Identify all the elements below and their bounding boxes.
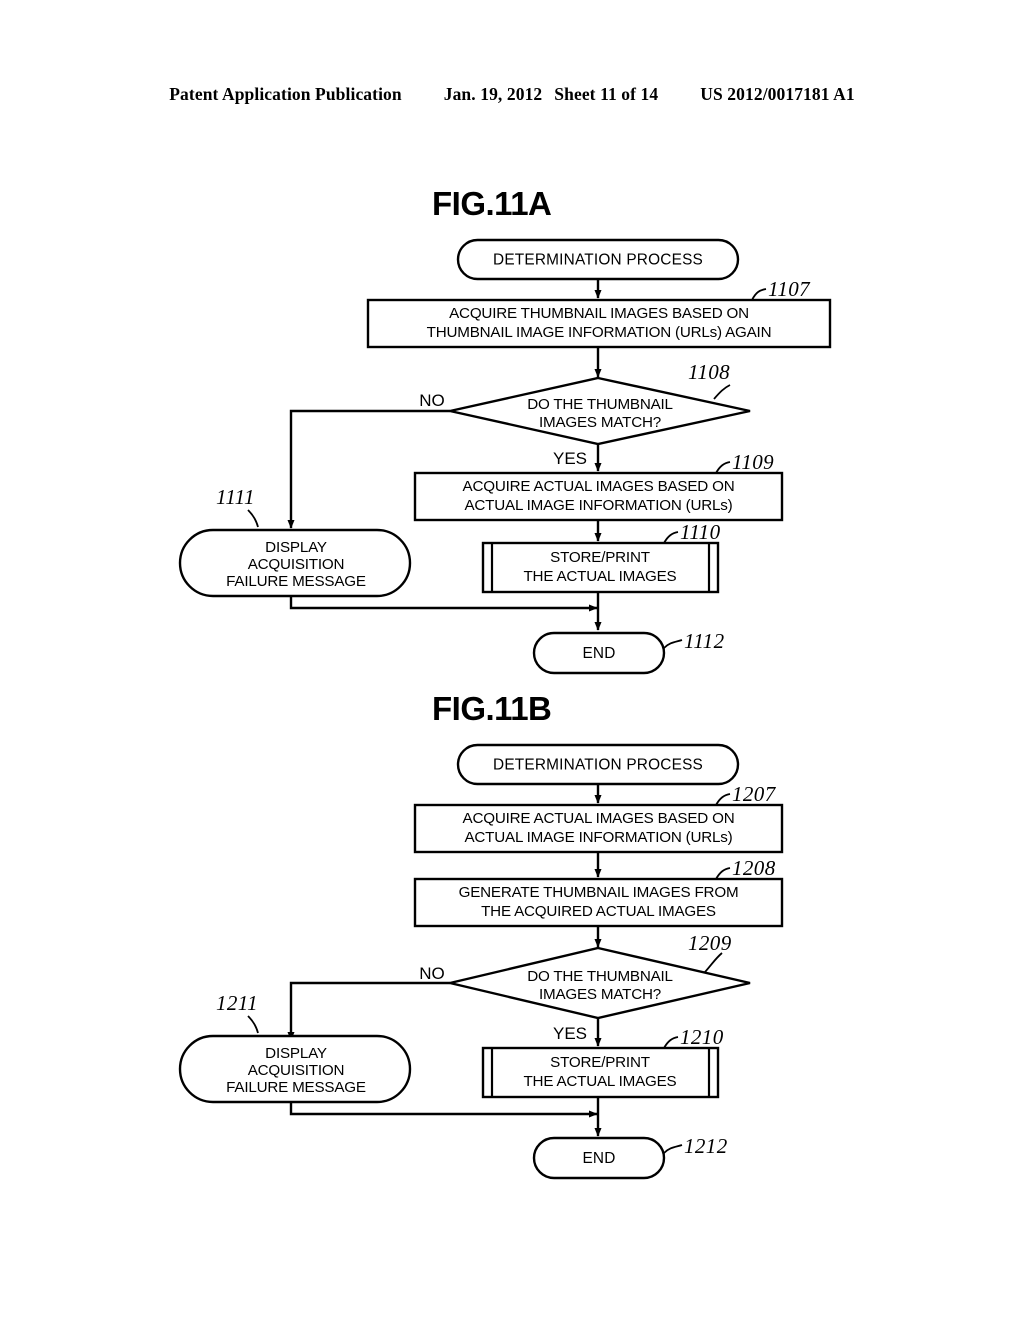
connector-merge-11a (289, 596, 598, 612)
ref-number-1111: 1111 (216, 485, 255, 509)
leader-1211 (247, 1015, 259, 1034)
node-label-1109-line1: ACQUIRE ACTUAL IMAGES BASED ON (463, 478, 735, 495)
leader-1212 (663, 1144, 683, 1154)
node-label-1210-line1: STORE/PRINT (550, 1054, 650, 1071)
leader-1209 (704, 952, 723, 973)
connector-merge-11b (289, 1102, 598, 1118)
flowchart-canvas: DETERMINATION PROCESS ACQUIRE THUMBNAIL … (178, 238, 832, 1180)
leader-1107 (751, 288, 767, 301)
ref-number-1109: 1109 (732, 450, 774, 474)
branch-label-no-11b: NO (419, 964, 445, 983)
leader-1110 (663, 531, 679, 544)
node-label-1107-line1: ACQUIRE THUMBNAIL IMAGES BASED ON (449, 305, 749, 322)
ref-number-1212: 1212 (684, 1134, 728, 1158)
node-step-1110[interactable]: STORE/PRINT THE ACTUAL IMAGES (481, 541, 720, 594)
node-label-1208-line1: GENERATE THUMBNAIL IMAGES FROM (459, 884, 739, 901)
figure-11a-flowchart: DETERMINATION PROCESS ACQUIRE THUMBNAIL … (178, 238, 832, 675)
node-label-1108-line2: IMAGES MATCH? (539, 414, 661, 431)
node-step-1207[interactable]: ACQUIRE ACTUAL IMAGES BASED ON ACTUAL IM… (413, 803, 784, 854)
node-determination-process-11b[interactable]: DETERMINATION PROCESS (456, 743, 740, 786)
node-label-1107-line2: THUMBNAIL IMAGE INFORMATION (URLs) AGAIN (427, 324, 772, 341)
node-end-11b[interactable]: END (532, 1136, 666, 1180)
node-label-1110-line2: THE ACTUAL IMAGES (523, 568, 676, 585)
node-label-1111-line1: DISPLAY (265, 539, 327, 556)
leader-1207 (715, 793, 731, 806)
node-step-1208[interactable]: GENERATE THUMBNAIL IMAGES FROM THE ACQUI… (413, 877, 784, 928)
ref-number-1110: 1110 (680, 520, 721, 544)
node-label-end-11b: END (582, 1150, 615, 1167)
node-label-1211-line2: ACQUISITION (248, 1062, 345, 1079)
node-step-1111[interactable]: DISPLAY ACQUISITION FAILURE MESSAGE (178, 528, 412, 598)
node-decision-1108[interactable]: DO THE THUMBNAIL IMAGES MATCH? (449, 376, 751, 446)
node-label-1207-line2: ACTUAL IMAGE INFORMATION (URLs) (464, 829, 732, 846)
node-determination-process-11a[interactable]: DETERMINATION PROCESS (456, 238, 740, 281)
node-step-1210[interactable]: STORE/PRINT THE ACTUAL IMAGES (481, 1046, 720, 1099)
leader-1109 (715, 461, 731, 474)
branch-label-yes-11b: YES (553, 1024, 587, 1043)
node-label-1209-line2: IMAGES MATCH? (539, 986, 661, 1003)
leader-1112 (663, 639, 683, 649)
leader-1208 (715, 867, 731, 880)
ref-number-1209: 1209 (688, 931, 732, 955)
branch-label-yes-11a: YES (553, 449, 587, 468)
leader-1210 (663, 1036, 679, 1049)
node-label-1110-line1: STORE/PRINT (550, 549, 650, 566)
node-decision-1209[interactable]: DO THE THUMBNAIL IMAGES MATCH? (449, 946, 751, 1020)
ref-number-1211: 1211 (216, 991, 258, 1015)
node-end-11a[interactable]: END (532, 631, 666, 675)
node-step-1109[interactable]: ACQUIRE ACTUAL IMAGES BASED ON ACTUAL IM… (413, 471, 784, 522)
node-label-start-11b: DETERMINATION PROCESS (493, 757, 703, 774)
ref-number-1207: 1207 (732, 782, 777, 806)
connector-no-branch-11b (287, 981, 450, 1041)
node-label-1207-line1: ACQUIRE ACTUAL IMAGES BASED ON (463, 810, 735, 827)
node-label-1111-line3: FAILURE MESSAGE (226, 573, 366, 590)
node-label-1209-line1: DO THE THUMBNAIL (527, 968, 673, 985)
ref-number-1108: 1108 (688, 360, 730, 384)
ref-number-1107: 1107 (768, 277, 811, 301)
ref-number-1210: 1210 (680, 1025, 724, 1049)
node-label-1111-line2: ACQUISITION (248, 556, 345, 573)
leader-1111 (247, 509, 259, 528)
ref-number-1208: 1208 (732, 856, 776, 880)
node-label-1208-line2: THE ACQUIRED ACTUAL IMAGES (481, 903, 716, 920)
leader-1108 (713, 384, 731, 400)
node-step-1107[interactable]: ACQUIRE THUMBNAIL IMAGES BASED ON THUMBN… (366, 298, 832, 349)
figure-11b-flowchart: DETERMINATION PROCESS ACQUIRE ACTUAL IMA… (178, 743, 784, 1180)
node-label-start-11a: DETERMINATION PROCESS (493, 252, 703, 269)
node-label-end-11a: END (582, 645, 615, 662)
node-label-1109-line2: ACTUAL IMAGE INFORMATION (URLs) (464, 497, 732, 514)
node-label-1211-line3: FAILURE MESSAGE (226, 1079, 366, 1096)
node-label-1108-line1: DO THE THUMBNAIL (527, 396, 673, 413)
node-step-1211[interactable]: DISPLAY ACQUISITION FAILURE MESSAGE (178, 1034, 412, 1104)
branch-label-no-11a: NO (419, 391, 445, 410)
node-label-1211-line1: DISPLAY (265, 1045, 327, 1062)
ref-number-1112: 1112 (684, 629, 725, 653)
node-label-1210-line2: THE ACTUAL IMAGES (523, 1073, 676, 1090)
